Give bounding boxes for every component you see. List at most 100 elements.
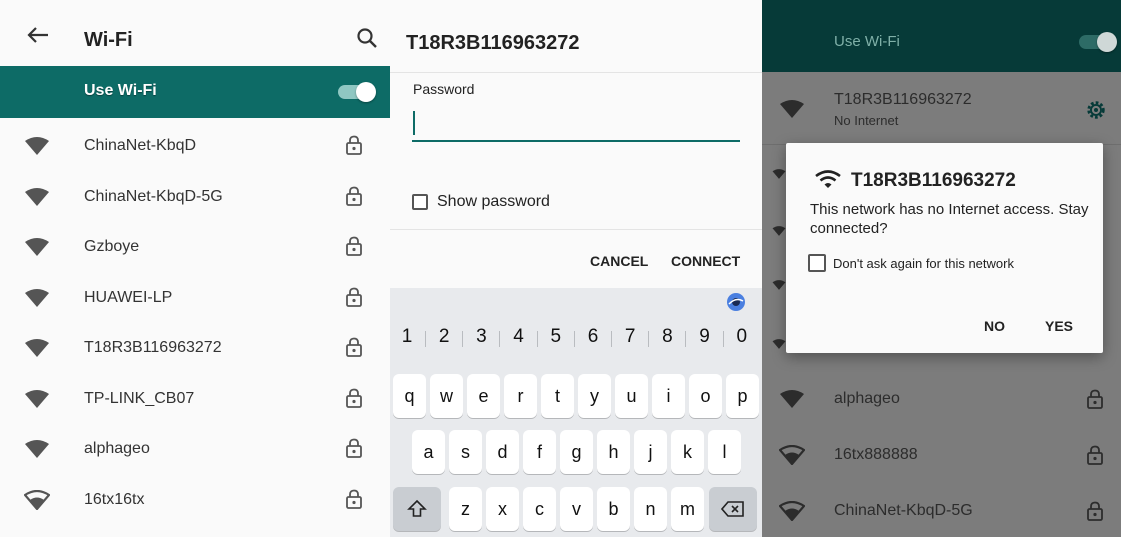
wifi-weak-signal-icon (779, 501, 805, 521)
letter-key[interactable]: m (671, 487, 704, 531)
network-row[interactable]: 16tx16tx (0, 476, 390, 526)
network-row[interactable]: ChinaNet-KbqD-5G (762, 485, 1121, 537)
wifi-settings-panel: Wi-Fi Use Wi-Fi ChinaNet-KbqD ChinaNet-Kb… (0, 0, 390, 537)
dont-ask-checkbox[interactable] (808, 254, 826, 272)
wifi-toggle-switch[interactable] (338, 82, 376, 102)
lock-icon (346, 135, 362, 155)
dialog-message: This network has no Internet access. Sta… (810, 201, 1089, 237)
number-key[interactable]: 7 (612, 326, 648, 348)
letter-key[interactable]: r (504, 374, 537, 418)
show-password-label: Show password (437, 193, 550, 210)
network-row[interactable]: HUAWEI-LP (0, 274, 390, 324)
yes-button[interactable]: YES (1045, 318, 1073, 334)
number-key[interactable]: 0 (724, 326, 760, 348)
letter-key[interactable]: f (523, 430, 556, 474)
letter-key[interactable]: x (486, 487, 519, 531)
lock-icon (346, 337, 362, 357)
number-key[interactable]: 3 (463, 326, 499, 348)
number-key[interactable]: 9 (687, 326, 723, 348)
letter-key[interactable]: h (597, 430, 630, 474)
letter-key[interactable]: u (615, 374, 648, 418)
number-key[interactable]: 4 (501, 326, 537, 348)
wifi-signal-icon (780, 390, 804, 408)
letter-key[interactable]: k (671, 430, 704, 474)
letter-key[interactable]: v (560, 487, 593, 531)
network-row[interactable]: 16tx888888 (762, 429, 1121, 485)
letter-key[interactable]: y (578, 374, 611, 418)
network-row[interactable]: Gzboye (0, 223, 390, 273)
back-arrow-icon[interactable] (26, 26, 50, 44)
letter-key[interactable]: p (726, 374, 759, 418)
letter-key[interactable]: c (523, 487, 556, 531)
wifi-signal-icon (25, 339, 49, 357)
network-name: ChinaNet-KbqD (84, 137, 197, 154)
network-name: T18R3B116963272 (84, 339, 222, 356)
use-wifi-label: Use Wi-Fi (84, 82, 157, 99)
wifi-weak-signal-icon (24, 489, 50, 510)
wifi-signal-icon (780, 100, 804, 118)
use-wifi-label: Use Wi-Fi (834, 33, 900, 50)
use-wifi-row[interactable]: Use Wi-Fi (0, 66, 390, 118)
letter-key[interactable]: d (486, 430, 519, 474)
network-row[interactable]: alphageo (0, 425, 390, 475)
cancel-button[interactable]: CANCEL (590, 253, 648, 269)
network-row[interactable]: T18R3B116963272 (0, 324, 390, 374)
letter-key[interactable]: t (541, 374, 574, 418)
letter-key[interactable]: n (634, 487, 667, 531)
lock-icon (346, 438, 362, 458)
password-dialog-panel: T18R3B116963272 Password Show password C… (390, 0, 762, 537)
network-row[interactable]: ChinaNet-KbqD (0, 122, 390, 172)
wifi-signal-icon (25, 137, 49, 155)
number-key[interactable]: 6 (575, 326, 611, 348)
network-row[interactable]: alphageo (762, 373, 1121, 429)
letter-key[interactable]: s (449, 430, 482, 474)
show-password-checkbox[interactable] (412, 194, 428, 210)
number-key[interactable]: 2 (426, 326, 462, 348)
letter-key[interactable]: g (560, 430, 593, 474)
letter-key[interactable]: j (634, 430, 667, 474)
backspace-key[interactable] (709, 487, 757, 531)
letter-key[interactable]: q (393, 374, 426, 418)
network-name: HUAWEI-LP (84, 288, 173, 306)
wifi-toggle-switch[interactable] (1079, 32, 1117, 52)
lock-icon (346, 388, 362, 408)
connected-network-row[interactable]: T18R3B116963272 No Internet (762, 82, 1121, 138)
network-name: TP-LINK_CB07 (84, 389, 195, 407)
letter-key[interactable]: l (708, 430, 741, 474)
letter-key[interactable]: a (412, 430, 445, 474)
wifi-signal-icon (25, 389, 49, 408)
lock-icon (1087, 389, 1103, 409)
wifi-signal-icon (25, 187, 49, 206)
no-button[interactable]: NO (984, 318, 1005, 334)
search-icon[interactable] (356, 27, 378, 49)
number-key[interactable]: 5 (538, 326, 574, 348)
network-row[interactable]: ChinaNet-KbqD-5G (0, 173, 390, 223)
no-internet-panel: Use Wi-Fi T18R3B116963272 No Internet al… (762, 0, 1121, 537)
shift-key[interactable] (393, 487, 441, 531)
switch-knob (356, 82, 376, 102)
letter-key[interactable]: o (689, 374, 722, 418)
letter-key[interactable]: z (449, 487, 482, 531)
lock-icon (1087, 445, 1103, 465)
wifi-signal-icon (25, 440, 49, 458)
wifi-signal-icon (772, 280, 786, 290)
lock-icon (1087, 501, 1103, 521)
wifi-signal-icon (25, 288, 49, 307)
dialog-header: T18R3B116963272 (390, 0, 762, 73)
gear-icon[interactable] (1085, 99, 1107, 121)
number-key[interactable]: 1 (390, 326, 425, 348)
network-name: ChinaNet-KbqD-5G (84, 187, 223, 205)
letter-key[interactable]: w (430, 374, 463, 418)
number-key[interactable]: 8 (649, 326, 685, 348)
keyboard-logo-icon[interactable] (726, 292, 746, 312)
use-wifi-row[interactable]: Use Wi-Fi (762, 0, 1121, 72)
wifi-signal-icon (772, 339, 786, 349)
letter-key[interactable]: i (652, 374, 685, 418)
password-input[interactable] (412, 108, 740, 142)
letter-key[interactable]: e (467, 374, 500, 418)
connect-button[interactable]: CONNECT (671, 253, 740, 269)
network-name: alphageo (84, 440, 150, 457)
backspace-icon (720, 501, 744, 517)
network-row[interactable]: TP-LINK_CB07 (0, 375, 390, 425)
letter-key[interactable]: b (597, 487, 630, 531)
